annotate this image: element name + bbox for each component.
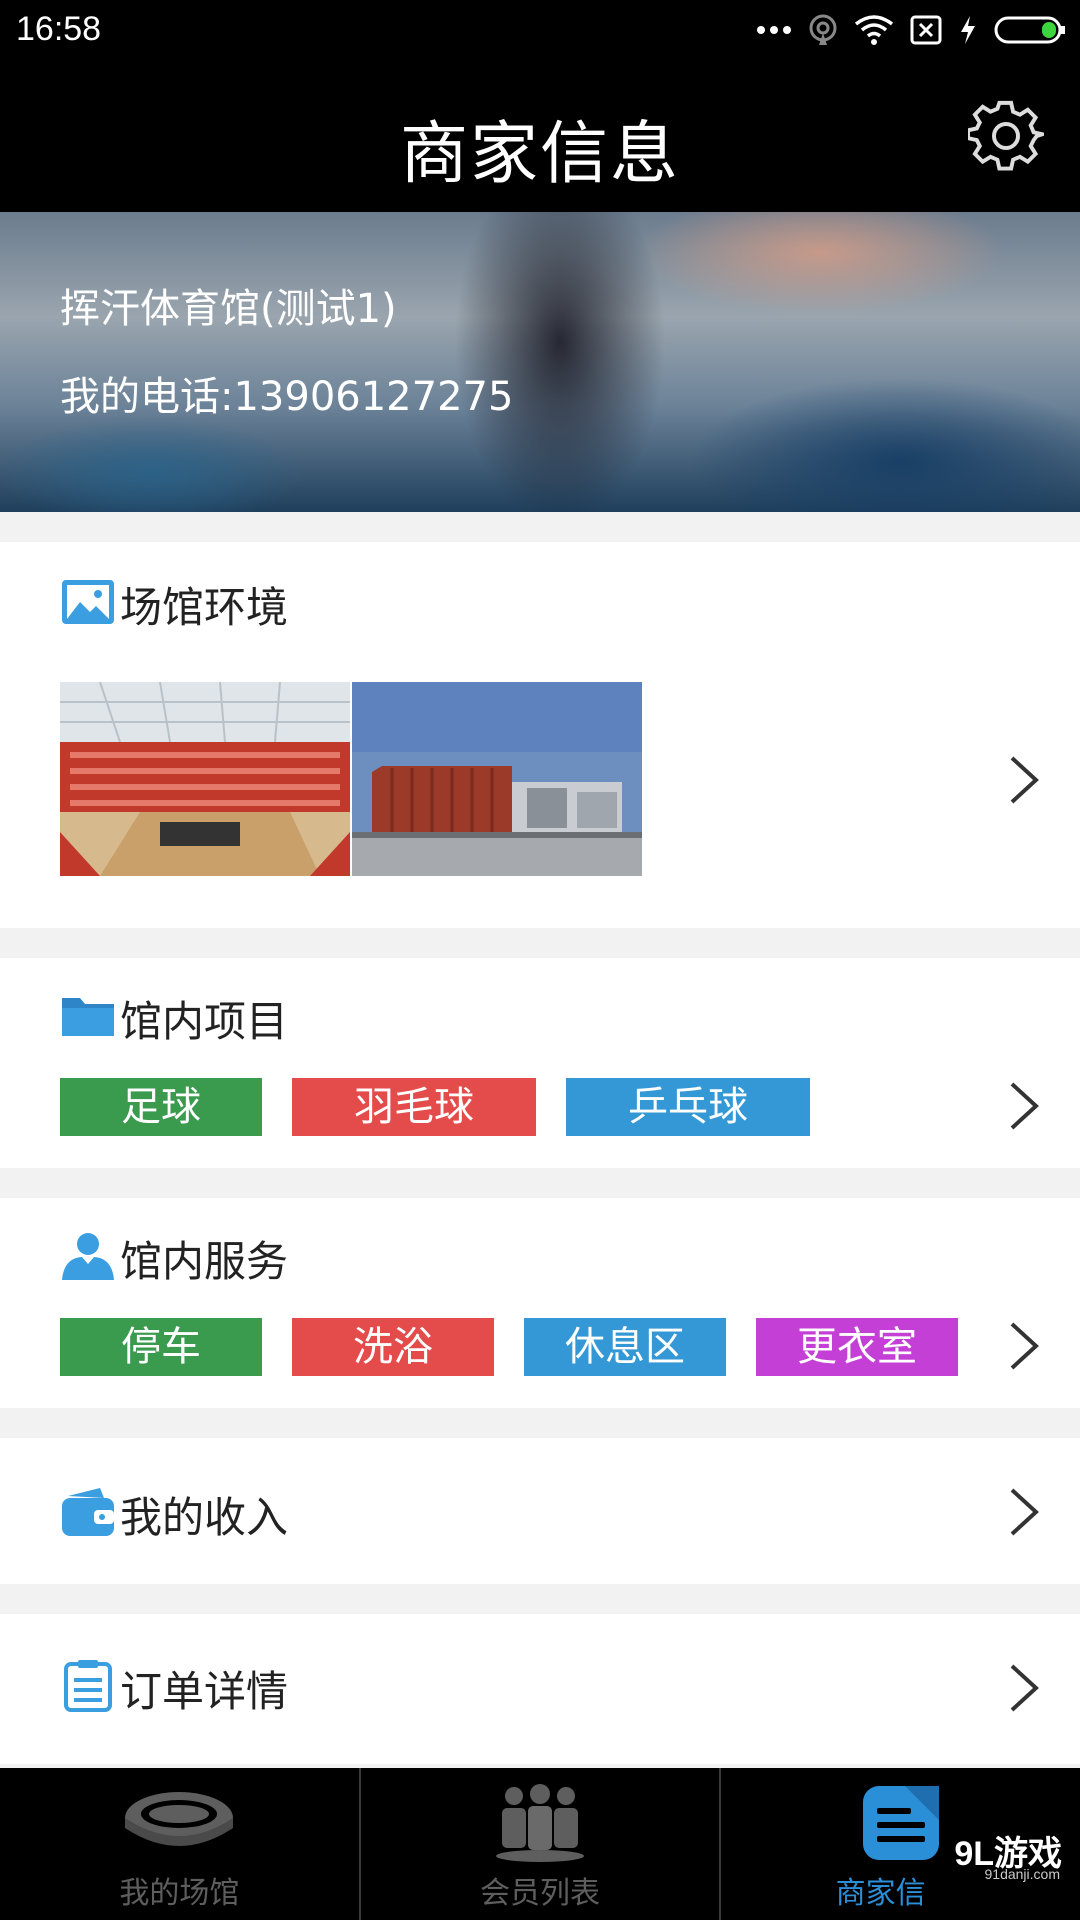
orders-section[interactable]: 订单详情	[0, 1614, 1080, 1764]
orders-title: 订单详情	[120, 1667, 289, 1716]
projects-title: 馆内项目	[120, 997, 289, 1046]
nav-member-list[interactable]: 会员列表	[361, 1768, 722, 1920]
page-title: 商家信息	[399, 115, 680, 194]
venue-photo-indoor[interactable]	[60, 682, 350, 876]
more-dots-icon	[757, 26, 791, 34]
wallet-icon	[62, 1488, 114, 1536]
tag-parking[interactable]: 停车	[60, 1318, 262, 1376]
environment-title: 场馆环境	[120, 583, 289, 632]
tag-badminton[interactable]: 羽毛球	[292, 1078, 536, 1136]
members-icon	[496, 1784, 584, 1862]
venue-photo-exterior[interactable]	[352, 682, 642, 876]
nav-label: 会员列表	[480, 1876, 600, 1911]
tag-locker-room[interactable]: 更衣室	[756, 1318, 958, 1376]
chevron-right-icon[interactable]	[1006, 1080, 1042, 1132]
services-section[interactable]: 馆内服务 停车 洗浴 休息区 更衣室	[0, 1198, 1080, 1408]
nav-my-venue[interactable]: 我的场馆	[0, 1768, 361, 1920]
status-bar: 16:58	[0, 0, 1080, 60]
status-icons	[756, 12, 1066, 48]
wifi-icon	[854, 15, 894, 45]
watermark-url: 91danji.com	[984, 1866, 1061, 1882]
income-title: 我的收入	[120, 1493, 289, 1542]
chevron-right-icon[interactable]	[1006, 754, 1042, 806]
venue-name: 挥汗体育馆(测试1)	[60, 286, 397, 332]
no-sim-icon	[910, 15, 942, 45]
folder-icon	[62, 998, 114, 1036]
image-icon	[62, 580, 114, 624]
chevron-right-icon[interactable]	[1006, 1662, 1042, 1714]
tag-football[interactable]: 足球	[60, 1078, 262, 1136]
nav-label: 我的场馆	[119, 1876, 240, 1911]
gear-icon[interactable]	[968, 98, 1044, 174]
chevron-right-icon[interactable]	[1006, 1486, 1042, 1538]
status-time: 16:58	[16, 10, 102, 48]
merchant-banner: 挥汗体育馆(测试1) 我的电话:13906127275	[0, 212, 1080, 512]
tag-rest-area[interactable]: 休息区	[524, 1318, 726, 1376]
projects-section[interactable]: 馆内项目 足球 羽毛球 乒乓球	[0, 958, 1080, 1168]
title-bar: 商家信息	[0, 60, 1080, 212]
battery-icon	[994, 16, 1065, 44]
tag-shower[interactable]: 洗浴	[292, 1318, 494, 1376]
charging-icon	[961, 16, 975, 44]
document-icon	[862, 1786, 939, 1860]
clipboard-icon	[64, 1660, 112, 1712]
services-title: 馆内服务	[120, 1237, 289, 1286]
bottom-nav: 我的场馆 会员列表 商家信	[0, 1768, 1080, 1920]
user-icon	[62, 1233, 114, 1280]
income-section[interactable]: 我的收入	[0, 1438, 1080, 1584]
venue-phone: 我的电话:13906127275	[60, 374, 514, 420]
hotspot-icon	[809, 14, 837, 45]
environment-section[interactable]: 场馆环境	[0, 542, 1080, 928]
chevron-right-icon[interactable]	[1006, 1320, 1042, 1372]
tag-table-tennis[interactable]: 乒乓球	[566, 1078, 810, 1136]
stadium-icon	[125, 1792, 234, 1846]
